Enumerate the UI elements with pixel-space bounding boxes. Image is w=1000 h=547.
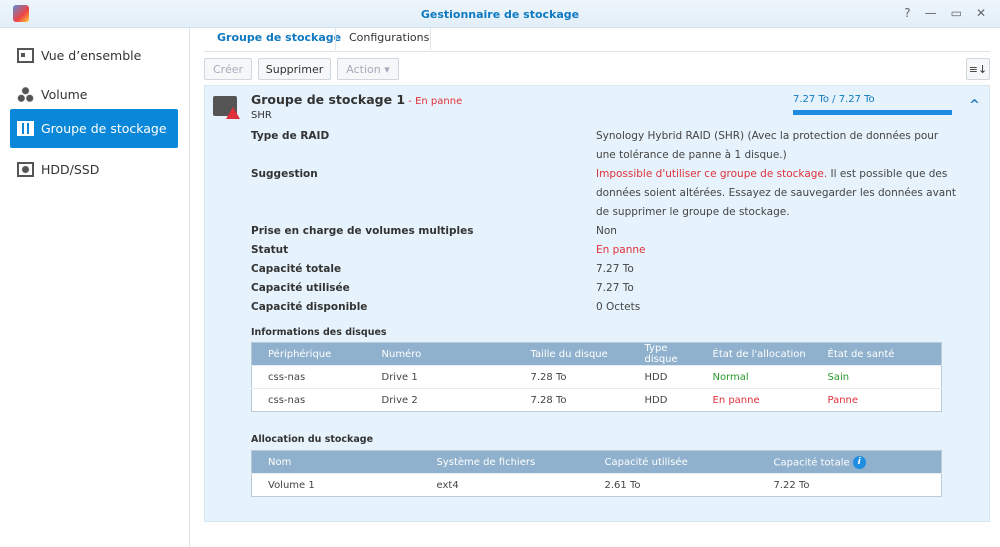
detail-value: Non bbox=[596, 225, 617, 237]
cell: Drive 2 bbox=[365, 388, 515, 412]
col-header[interactable]: Taille du disque bbox=[514, 342, 629, 366]
help-icon[interactable]: ? bbox=[904, 6, 910, 20]
cell: ext4 bbox=[420, 473, 589, 497]
col-header[interactable]: État de santé bbox=[811, 342, 942, 366]
pool-type: SHR bbox=[251, 110, 272, 121]
cell: 7.22 To bbox=[757, 473, 942, 497]
allocation-table: Nom Système de fichiers Capacité utilisé… bbox=[251, 450, 942, 497]
cubes-icon bbox=[17, 87, 34, 102]
detail-label: Statut bbox=[251, 244, 289, 256]
col-header[interactable]: Type disque bbox=[628, 342, 697, 366]
table-header: Périphérique Numéro Taille du disque Typ… bbox=[251, 342, 942, 366]
cell: css-nas bbox=[251, 388, 366, 412]
delete-button[interactable]: Supprimer bbox=[258, 58, 331, 80]
tab-storage-pool[interactable]: Groupe de stockage bbox=[205, 31, 353, 51]
cell: Drive 1 bbox=[365, 365, 515, 389]
table-row[interactable]: Volume 1 ext4 2.61 To 7.22 To bbox=[251, 473, 942, 497]
col-header-label: Capacité totale bbox=[773, 457, 850, 468]
col-header[interactable]: État de l'allocation bbox=[696, 342, 812, 366]
title-bar: Gestionnaire de stockage ? — ▭ ✕ bbox=[0, 0, 1000, 28]
cell: css-nas bbox=[251, 365, 366, 389]
col-header[interactable]: Capacité totale i bbox=[757, 450, 942, 474]
table-header: Nom Système de fichiers Capacité utilisé… bbox=[251, 450, 942, 474]
suggestion-warning: Impossible d'utiliser ce groupe de stock… bbox=[596, 168, 828, 180]
usage-bar-fill bbox=[793, 110, 952, 115]
sidebar-item-hdd-ssd[interactable]: HDD/SSD bbox=[10, 150, 178, 189]
cell: Sain bbox=[811, 365, 942, 389]
col-header[interactable]: Système de fichiers bbox=[420, 450, 589, 474]
disks-section-title: Informations des disques bbox=[251, 327, 387, 338]
detail-value: 7.27 To bbox=[596, 282, 634, 294]
cell: 7.28 To bbox=[514, 388, 629, 412]
sidebar: Vue d’ensemble Volume Groupe de stockage… bbox=[0, 28, 190, 547]
tab-configurations[interactable]: Configurations bbox=[337, 31, 441, 51]
sidebar-item-label: Groupe de stockage bbox=[41, 121, 167, 136]
col-header[interactable]: Capacité utilisée bbox=[588, 450, 758, 474]
col-header[interactable]: Numéro bbox=[365, 342, 515, 366]
maximize-icon[interactable]: ▭ bbox=[951, 6, 962, 20]
overview-icon bbox=[17, 48, 34, 63]
detail-value: 0 Octets bbox=[596, 301, 641, 313]
close-icon[interactable]: ✕ bbox=[976, 6, 986, 20]
window-title: Gestionnaire de stockage bbox=[420, 8, 580, 21]
table-row[interactable]: css-nas Drive 2 7.28 To HDD En panne Panne bbox=[251, 388, 942, 412]
sidebar-item-overview[interactable]: Vue d’ensemble bbox=[10, 36, 178, 75]
cell: HDD bbox=[628, 365, 697, 389]
allocation-section-title: Allocation du stockage bbox=[251, 434, 374, 445]
usage-bar bbox=[793, 110, 952, 115]
detail-value: Impossible d'utiliser ce groupe de stock… bbox=[596, 165, 956, 222]
status-sep: - bbox=[405, 96, 416, 107]
minimize-icon[interactable]: — bbox=[925, 6, 937, 20]
detail-label: Capacité totale bbox=[251, 263, 342, 275]
detail-label: Capacité disponible bbox=[251, 301, 368, 313]
detail-label: Prise en charge de volumes multiples bbox=[251, 225, 474, 237]
sidebar-item-label: Volume bbox=[41, 87, 88, 102]
detail-value: Synology Hybrid RAID (SHR) (Avec la prot… bbox=[596, 130, 939, 161]
cell: 7.28 To bbox=[514, 365, 629, 389]
col-header[interactable]: Périphérique bbox=[251, 342, 366, 366]
warning-icon bbox=[226, 107, 240, 119]
disks-table: Périphérique Numéro Taille du disque Typ… bbox=[251, 342, 942, 412]
cell: HDD bbox=[628, 388, 697, 412]
pool-status: En panne bbox=[415, 96, 463, 107]
detail-value: 7.27 To bbox=[596, 263, 634, 275]
cell: Panne bbox=[811, 388, 942, 412]
disk-icon bbox=[17, 162, 34, 177]
pool-title: Groupe de stockage 1 - En panne bbox=[251, 92, 462, 107]
usage-text: 7.27 To / 7.27 To bbox=[793, 94, 875, 105]
col-header[interactable]: Nom bbox=[251, 450, 421, 474]
collapse-icon[interactable]: ^ bbox=[969, 98, 980, 113]
cell: 2.61 To bbox=[588, 473, 758, 497]
storage-pool-icon bbox=[17, 121, 34, 136]
sidebar-item-label: Vue d’ensemble bbox=[41, 48, 142, 63]
detail-label: Capacité utilisée bbox=[251, 282, 350, 294]
create-button[interactable]: Créer bbox=[204, 58, 252, 80]
cell: Volume 1 bbox=[251, 473, 421, 497]
detail-label: Suggestion bbox=[251, 168, 318, 180]
table-row[interactable]: css-nas Drive 1 7.28 To HDD Normal Sain bbox=[251, 365, 942, 389]
detail-label: Type de RAID bbox=[251, 130, 330, 142]
pool-name: Groupe de stockage 1 bbox=[251, 92, 406, 107]
action-dropdown[interactable]: Action ▾ bbox=[337, 58, 399, 80]
cell: En panne bbox=[696, 388, 812, 412]
info-icon[interactable]: i bbox=[852, 455, 866, 469]
cell: Normal bbox=[696, 365, 812, 389]
tab-bar: Groupe de stockage Configurations bbox=[204, 28, 990, 52]
sort-button[interactable]: ≡↓ bbox=[966, 58, 990, 80]
sidebar-item-label: HDD/SSD bbox=[41, 162, 100, 177]
detail-value: En panne bbox=[596, 244, 646, 256]
sidebar-item-storage-pool[interactable]: Groupe de stockage bbox=[10, 109, 178, 148]
